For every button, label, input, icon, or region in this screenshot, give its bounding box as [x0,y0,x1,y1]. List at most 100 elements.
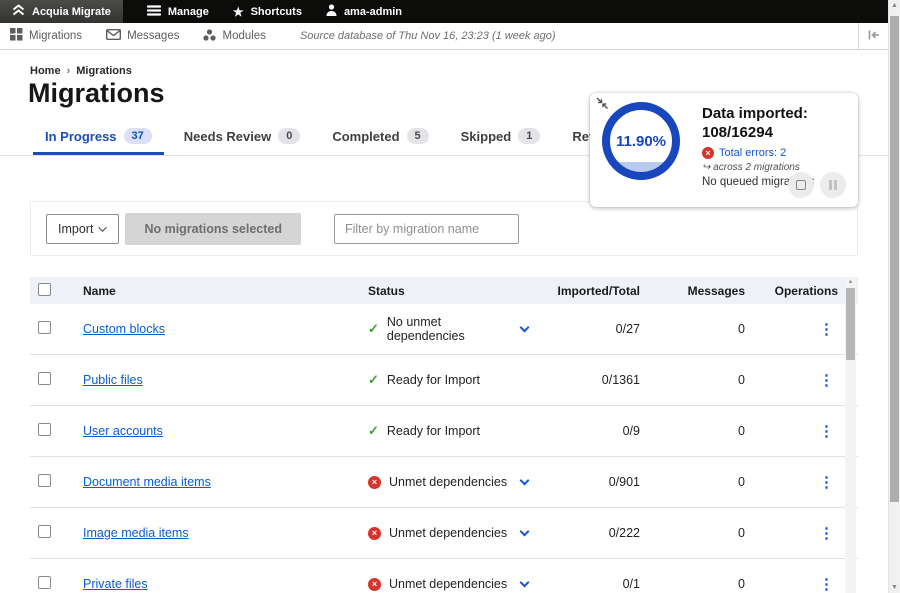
row-checkbox[interactable] [38,474,51,487]
progress-percent: 11.90% [616,133,666,150]
messages-count: 0 [645,475,755,489]
redirect-arrow-icon: ↪ [702,162,710,173]
breadcrumb: Home›Migrations [30,65,132,77]
manage-label: Manage [168,6,209,18]
shortcuts-menu-button[interactable]: ★ Shortcuts [233,0,302,23]
migration-name-link[interactable]: Public files [83,373,143,387]
chevron-down-icon[interactable] [521,480,528,484]
toolbar-item-migrations[interactable]: Migrations [10,28,82,44]
screen: Acquia Migrate Manage ★ Shortcuts ama-ad… [0,0,900,593]
row-checkbox[interactable] [38,321,51,334]
operations-menu-icon[interactable]: ⋮ [819,576,834,593]
table-scrollbar-thumb[interactable] [846,288,855,360]
toolbar-messages-label: Messages [127,30,179,42]
tab-label: Skipped [461,129,512,144]
person-icon [326,4,337,19]
tab-count-badge: 5 [407,128,429,144]
migrations-table: Name Status Imported/Total Messages Oper… [30,277,858,593]
messages-count: 0 [645,322,755,336]
migration-name-link[interactable]: Document media items [83,475,211,489]
import-dropdown-button[interactable]: Import [46,214,119,244]
tab-skipped[interactable]: Skipped1 [449,128,553,155]
select-all-checkbox[interactable] [38,283,51,296]
imported-total: 0/1361 [540,373,645,387]
chevron-down-icon[interactable] [521,327,528,331]
modules-cluster-icon [203,29,216,44]
grid-icon [10,28,23,44]
row-checkbox[interactable] [38,525,51,538]
username-label: ama-admin [344,6,402,18]
tab-count-badge: 0 [278,128,300,144]
page-title: Migrations [28,78,165,109]
status-text: No unmet dependencies [387,315,513,343]
table-row: Document media items×Unmet dependencies0… [30,457,858,508]
envelope-icon [106,29,121,43]
import-progress-circle: 11.90% [602,102,680,180]
tab-needs-review[interactable]: Needs Review 0 [172,128,313,155]
chevron-down-icon[interactable] [521,582,528,586]
operations-menu-icon[interactable]: ⋮ [819,372,834,389]
progress-card-actions [788,172,846,198]
status-error-icon: × [368,527,381,540]
status-text: Unmet dependencies [389,475,507,489]
acquia-migrate-brand-button[interactable]: Acquia Migrate [0,0,123,23]
imported-total: 0/1 [540,577,645,591]
progress-overlay-card: 11.90% Data imported: 108/16294 × Total … [590,93,858,207]
status-text: Ready for Import [387,373,480,387]
migration-name-link[interactable]: Custom blocks [83,322,165,336]
imported-total: 0/222 [540,526,645,540]
tab-completed[interactable]: Completed 5 [320,128,440,155]
toolbar-migrations-label: Migrations [29,30,82,42]
chevron-down-icon[interactable] [521,531,528,535]
tab-in-progress[interactable]: In Progress37 [33,128,164,155]
status-ok-icon: ✓ [368,372,379,388]
col-header-imported-total: Imported/Total [540,284,645,298]
migration-filter-input[interactable] [334,214,519,244]
page-scroll-up-arrow[interactable]: ▲ [889,2,900,9]
operations-menu-icon[interactable]: ⋮ [819,525,834,542]
operations-menu-icon[interactable]: ⋮ [819,321,834,338]
user-account-button[interactable]: ama-admin [326,0,402,23]
row-checkbox[interactable] [38,423,51,436]
stop-import-button[interactable] [788,172,814,198]
toolbar-item-messages[interactable]: Messages [106,29,179,43]
page-scroll-down-arrow[interactable]: ▼ [889,584,900,591]
operations-menu-icon[interactable]: ⋮ [819,474,834,491]
total-errors-link[interactable]: Total errors: 2 [719,147,786,159]
breadcrumb-current: Migrations [76,65,132,77]
table-row: Public files ✓ Ready for Import 0/13610 ⋮ [30,355,858,406]
messages-count: 0 [645,373,755,387]
page-scrollbar[interactable]: ▲ ▼ [888,0,900,593]
import-label: Import [58,222,93,236]
breadcrumb-home-link[interactable]: Home [30,65,61,77]
brand-label: Acquia Migrate [32,6,111,18]
migration-name-link[interactable]: Image media items [83,526,189,540]
table-scroll-up-arrow[interactable]: ▲ [845,277,856,287]
pause-icon [829,180,837,190]
manage-menu-button[interactable]: Manage [147,0,209,23]
messages-count: 0 [645,577,755,591]
page-scrollbar-thumb[interactable] [890,16,899,502]
admin-topbar: Acquia Migrate Manage ★ Shortcuts ama-ad… [0,0,888,23]
table-scrollbar[interactable]: ▲ [845,277,856,593]
table-row: User accounts✓Ready for Import0/90⋮ [30,406,858,457]
star-icon: ★ [233,6,244,18]
tab-label: Needs Review [184,129,271,144]
migration-name-link[interactable]: Private files [83,577,148,591]
row-checkbox[interactable] [38,576,51,589]
filter-panel: Import No migrations selected [30,201,858,256]
imported-total: 0/9 [540,424,645,438]
toolbar-item-modules[interactable]: Modules [203,29,265,44]
pause-import-button[interactable] [820,172,846,198]
messages-count: 0 [645,424,755,438]
tab-label: Completed [332,129,399,144]
operations-menu-icon[interactable]: ⋮ [819,423,834,440]
toolbar-modules-label: Modules [222,30,265,42]
status-text: Unmet dependencies [389,526,507,540]
collapse-left-icon [868,27,880,45]
collapse-card-icon[interactable] [596,97,610,116]
imported-total: 0/901 [540,475,645,489]
collapse-toolbar-button[interactable] [858,23,888,49]
row-checkbox[interactable] [38,372,51,385]
migration-name-link[interactable]: User accounts [83,424,163,438]
